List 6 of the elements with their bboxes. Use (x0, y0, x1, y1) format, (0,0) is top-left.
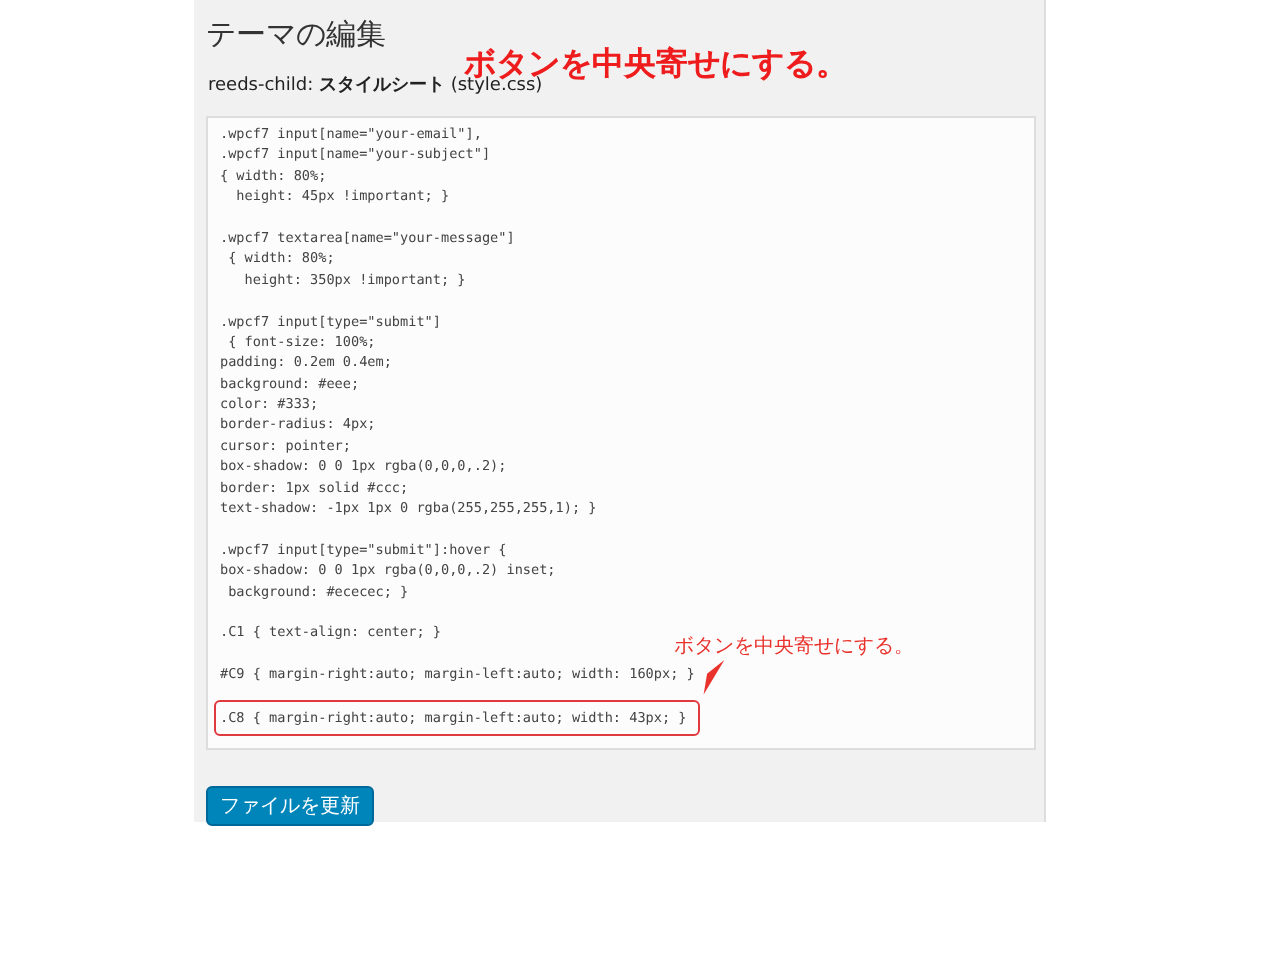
file-label: reeds-child: スタイルシート (style.css) (208, 76, 543, 98)
callout-pointer-icon (700, 660, 728, 698)
code-editor[interactable] (206, 116, 1036, 750)
annotation-text: ボタンを中央寄せにする。 (674, 633, 914, 660)
update-file-button[interactable]: ファイルを更新 (206, 786, 374, 826)
page-title: テーマの編集 (206, 16, 386, 52)
